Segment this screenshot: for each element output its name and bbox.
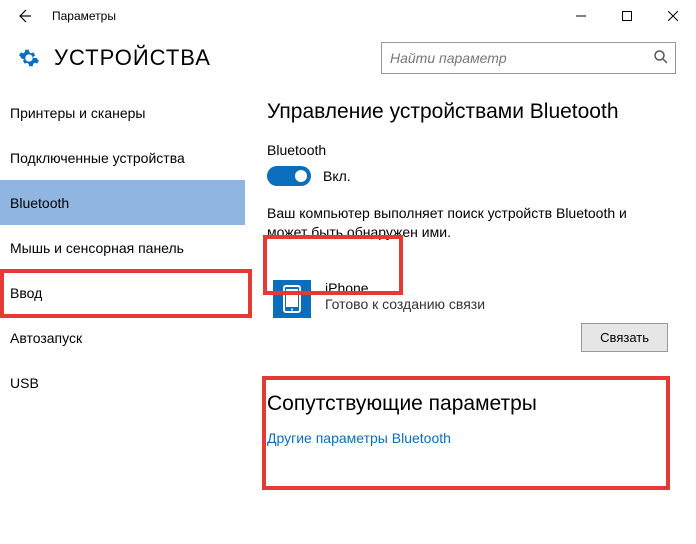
sidebar-item-printers[interactable]: Принтеры и сканеры bbox=[0, 90, 245, 135]
sidebar-item-label: Мышь и сенсорная панель bbox=[10, 240, 184, 256]
sidebar-item-label: USB bbox=[10, 375, 39, 391]
sidebar-item-label: Подключенные устройства bbox=[10, 150, 185, 166]
page-title: УСТРОЙСТВА bbox=[54, 45, 211, 71]
toggle-row: Вкл. bbox=[267, 166, 672, 186]
sidebar: Принтеры и сканеры Подключенные устройст… bbox=[0, 84, 245, 544]
back-button[interactable] bbox=[0, 0, 48, 32]
content: Управление устройствами Bluetooth Blueto… bbox=[245, 84, 696, 544]
close-button[interactable] bbox=[650, 0, 696, 32]
bluetooth-toggle[interactable] bbox=[267, 166, 311, 186]
sidebar-item-label: Bluetooth bbox=[10, 195, 69, 211]
content-heading: Управление устройствами Bluetooth bbox=[267, 100, 672, 124]
sidebar-item-input[interactable]: Ввод bbox=[0, 270, 245, 315]
minimize-icon bbox=[576, 11, 586, 21]
sidebar-item-label: Автозапуск bbox=[10, 330, 82, 346]
search-input[interactable] bbox=[381, 42, 676, 74]
gear-icon bbox=[18, 47, 40, 69]
window-title: Параметры bbox=[52, 9, 116, 23]
other-bluetooth-link[interactable]: Другие параметры Bluetooth bbox=[267, 430, 672, 446]
search-box bbox=[381, 42, 676, 74]
search-icon bbox=[652, 48, 670, 71]
sidebar-item-autoplay[interactable]: Автозапуск bbox=[0, 315, 245, 360]
related-heading: Сопутствующие параметры bbox=[267, 392, 672, 416]
sidebar-item-connected[interactable]: Подключенные устройства bbox=[0, 135, 245, 180]
minimize-button[interactable] bbox=[558, 0, 604, 32]
device-status: Готово к созданию связи bbox=[325, 296, 485, 312]
close-icon bbox=[668, 11, 678, 21]
maximize-button[interactable] bbox=[604, 0, 650, 32]
sidebar-item-label: Принтеры и сканеры bbox=[10, 105, 145, 121]
sidebar-item-mouse[interactable]: Мышь и сенсорная панель bbox=[0, 225, 245, 270]
arrow-left-icon bbox=[16, 8, 32, 24]
titlebar: Параметры bbox=[0, 0, 696, 32]
header: УСТРОЙСТВА bbox=[0, 32, 696, 84]
sidebar-item-label: Ввод bbox=[10, 285, 42, 301]
toggle-knob bbox=[295, 170, 307, 182]
window-controls bbox=[558, 0, 696, 32]
description-text: Ваш компьютер выполняет поиск устройств … bbox=[267, 204, 667, 242]
bluetooth-label: Bluetooth bbox=[267, 142, 672, 158]
phone-icon bbox=[273, 280, 311, 318]
device-card[interactable]: iPhone Готово к созданию связи Связать bbox=[267, 272, 672, 358]
sidebar-item-usb[interactable]: USB bbox=[0, 360, 245, 405]
pair-button[interactable]: Связать bbox=[581, 323, 668, 352]
device-text: iPhone Готово к созданию связи bbox=[325, 280, 485, 312]
device-name: iPhone bbox=[325, 280, 485, 296]
toggle-state-label: Вкл. bbox=[323, 168, 351, 184]
maximize-icon bbox=[622, 11, 632, 21]
sidebar-item-bluetooth[interactable]: Bluetooth bbox=[0, 180, 245, 225]
